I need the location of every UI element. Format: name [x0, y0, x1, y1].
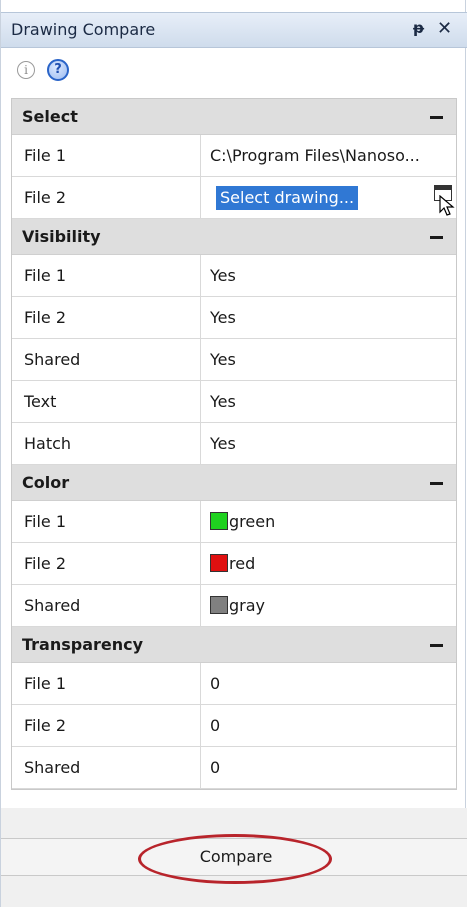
property-value[interactable]: 0 [210, 674, 450, 693]
property-name: File 2 [24, 308, 67, 327]
property-name: Shared [24, 596, 81, 615]
property-name: Shared [24, 758, 81, 777]
property-row-transparency-shared[interactable]: Shared 0 [12, 747, 456, 789]
property-row-color-file2[interactable]: File 2 red [12, 543, 456, 585]
column-divider [200, 177, 201, 218]
property-name: File 2 [24, 716, 67, 735]
property-value[interactable]: Yes [210, 392, 450, 411]
property-value-cell[interactable]: green [210, 512, 450, 531]
property-row-select-file1[interactable]: File 1 C:\Program Files\Nanoso... [12, 135, 456, 177]
property-name: Shared [24, 350, 81, 369]
pin-icon[interactable]: ᵽ [413, 19, 424, 37]
property-row-visibility-file1[interactable]: File 1 Yes [12, 255, 456, 297]
help-icon[interactable]: ? [47, 59, 69, 81]
column-divider [200, 705, 201, 746]
property-row-visibility-text[interactable]: Text Yes [12, 381, 456, 423]
property-value-cell[interactable]: red [210, 554, 450, 573]
color-name: red [229, 554, 256, 573]
column-divider [200, 339, 201, 380]
property-row-color-shared[interactable]: Shared gray [12, 585, 456, 627]
property-row-visibility-shared[interactable]: Shared Yes [12, 339, 456, 381]
collapse-icon[interactable] [430, 482, 443, 485]
collapse-icon[interactable] [430, 236, 443, 239]
mouse-cursor-icon [439, 195, 455, 216]
section-header-visibility[interactable]: Visibility [12, 219, 456, 255]
property-name: File 1 [24, 266, 67, 285]
property-value[interactable]: Yes [210, 434, 450, 453]
property-name: Hatch [24, 434, 72, 453]
column-divider [200, 423, 201, 464]
property-value[interactable]: Yes [210, 266, 450, 285]
color-swatch-gray [210, 596, 228, 614]
property-name: File 1 [24, 512, 67, 531]
column-divider [200, 585, 201, 626]
column-divider [200, 501, 201, 542]
drawing-compare-panel: Drawing Compare ᵽ ✕ i ? Select File 1 C:… [0, 0, 467, 907]
property-value[interactable]: Yes [210, 350, 450, 369]
property-row-visibility-hatch[interactable]: Hatch Yes [12, 423, 456, 465]
panel-title: Drawing Compare [11, 20, 156, 39]
select-drawing-text[interactable]: Select drawing... [216, 186, 359, 210]
property-row-transparency-file1[interactable]: File 1 0 [12, 663, 456, 705]
section-title: Transparency [22, 635, 144, 654]
column-divider [200, 297, 201, 338]
section-header-transparency[interactable]: Transparency [12, 627, 456, 663]
property-row-visibility-file2[interactable]: File 2 Yes [12, 297, 456, 339]
property-value[interactable]: C:\Program Files\Nanoso... [210, 146, 450, 165]
section-header-color[interactable]: Color [12, 465, 456, 501]
property-name: File 2 [24, 188, 67, 207]
column-divider [200, 255, 201, 296]
property-name: File 1 [24, 146, 67, 165]
color-name: gray [229, 596, 266, 615]
column-divider [200, 663, 201, 704]
column-divider [200, 381, 201, 422]
property-value[interactable]: 0 [210, 716, 450, 735]
column-divider [200, 135, 201, 176]
property-row-select-file2[interactable]: File 2 Select drawing... [12, 177, 456, 219]
property-row-color-file1[interactable]: File 1 green [12, 501, 456, 543]
collapse-icon[interactable] [430, 116, 443, 119]
info-icon[interactable]: i [17, 61, 35, 79]
close-icon[interactable]: ✕ [437, 18, 452, 39]
property-name: File 2 [24, 554, 67, 573]
column-divider [200, 543, 201, 584]
highlight-ellipse [138, 834, 332, 884]
color-name: green [229, 512, 276, 531]
property-grid: Select File 1 C:\Program Files\Nanoso...… [11, 98, 457, 790]
section-title: Color [22, 473, 70, 492]
property-value[interactable]: 0 [210, 758, 450, 777]
property-name: Text [24, 392, 57, 411]
property-name: File 1 [24, 674, 67, 693]
collapse-icon[interactable] [430, 644, 443, 647]
toolbar: i ? [1, 48, 467, 98]
section-title: Select [22, 107, 78, 126]
panel-titlebar: Drawing Compare ᵽ ✕ [1, 12, 467, 48]
section-header-select[interactable]: Select [12, 99, 456, 135]
property-row-transparency-file2[interactable]: File 2 0 [12, 705, 456, 747]
property-value[interactable]: Yes [210, 308, 450, 327]
property-value-cell[interactable]: gray [210, 596, 450, 615]
color-swatch-green [210, 512, 228, 530]
section-title: Visibility [22, 227, 101, 246]
color-swatch-red [210, 554, 228, 572]
select-drawing-field[interactable]: Select drawing... [208, 185, 426, 211]
column-divider [200, 747, 201, 788]
